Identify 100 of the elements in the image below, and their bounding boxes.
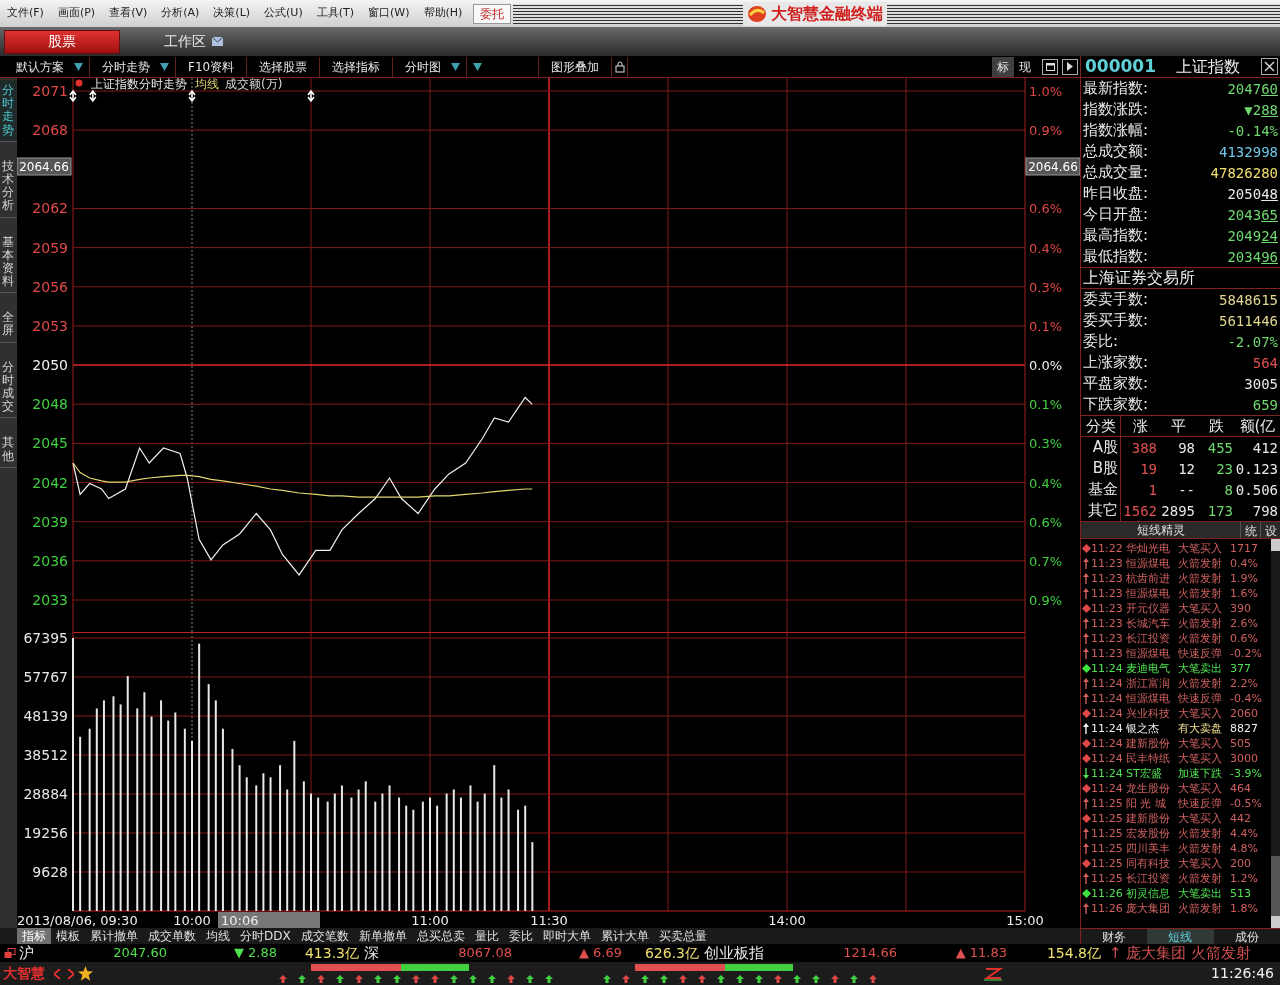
alert-stock-name: 阳 光 城 — [1126, 798, 1167, 809]
alert-event: 大笔买入 — [1178, 858, 1223, 869]
alert-time: 11:23 — [1091, 603, 1124, 614]
market-turnover: 154.8亿 — [1046, 943, 1102, 963]
table-cell-text: 98 — [1177, 438, 1196, 458]
table-cell-text: 19 — [1139, 459, 1158, 479]
quote-value: 204760 — [1227, 81, 1278, 96]
alert-event: 大笔买入 — [1178, 603, 1223, 614]
alert-value: 0.4% — [1230, 558, 1259, 569]
alert-value: -0.5% — [1230, 798, 1263, 809]
alert-event: 大笔买入 — [1178, 738, 1223, 749]
table-cell-text: 455 — [1206, 438, 1234, 458]
quote-value: 204365 — [1227, 207, 1278, 222]
percent-axis-label: 0.3% — [1029, 436, 1063, 452]
quote-label: 委卖手数: — [1083, 292, 1149, 307]
table-cell-text: 798 — [1251, 501, 1279, 521]
quote-label: 指数涨跌: — [1083, 102, 1149, 117]
quote-label: 今日开盘: — [1083, 207, 1149, 222]
alert-stock-name: 民丰特纸 — [1126, 753, 1171, 764]
percent-axis-label: 1.0% — [1029, 84, 1063, 99]
alert-event: 火箭发射 — [1178, 843, 1223, 854]
alert-event: 大笔买入 — [1178, 783, 1223, 794]
alert-event: 火箭发射 — [1178, 573, 1223, 584]
alert-stock-name: 同有科技 — [1126, 858, 1171, 869]
quote-label: 上涨家数: — [1083, 355, 1149, 370]
brand-label: 大智慧 — [2, 964, 46, 983]
quote-value: 4132998 — [1219, 144, 1278, 159]
alert-stock-name: 银之杰 — [1126, 723, 1160, 734]
alert-stock-name: 长江投资 — [1126, 633, 1171, 644]
table-header: 分类 — [1081, 416, 1121, 437]
alert-event: 大笔卖出 — [1178, 663, 1223, 674]
alert-value: 200 — [1230, 858, 1252, 869]
table-cell: 基金 — [1081, 479, 1121, 500]
time-cursor-label: 10:06 — [218, 912, 320, 928]
alert-value: 377 — [1230, 663, 1252, 674]
table-cell: A股 — [1081, 437, 1121, 458]
quote-value: 47826280 — [1210, 165, 1278, 180]
alert-stock-name: 恒源煤电 — [1126, 588, 1171, 599]
alert-stock-name: 长城汽车 — [1126, 618, 1171, 629]
alert-value: 2.6% — [1230, 618, 1259, 629]
volume-axis-label: 28884 — [23, 786, 68, 802]
volume-axis-label: 9628 — [32, 864, 68, 880]
alert-stock-name: 恒源煤电 — [1126, 648, 1171, 659]
alert-event: 有大卖盘 — [1178, 723, 1223, 734]
alert-time: 11:23 — [1091, 558, 1124, 569]
stock-code: 000001 — [1085, 58, 1156, 75]
alert-time: 11:25 — [1091, 843, 1124, 854]
alert-value: 505 — [1230, 738, 1252, 749]
price-axis-label: 2068 — [32, 122, 68, 139]
quote-label: 总成交量: — [1083, 165, 1149, 180]
alert-event: 快速反弹 — [1178, 798, 1223, 809]
time-axis-label: 10:00 — [173, 913, 211, 928]
quote-value: 659 — [1252, 397, 1278, 412]
alert-event: 大笔买入 — [1178, 708, 1223, 719]
market-change: ▼ 2.88 — [232, 944, 277, 963]
alert-stock-name: 初灵信息 — [1126, 888, 1171, 899]
percent-axis-label: 0.6% — [1029, 514, 1063, 530]
market-name: 深 — [364, 942, 379, 964]
table-cell-text: 23 — [1215, 459, 1234, 479]
alert-time: 11:24 — [1091, 708, 1124, 719]
alert-time: 11:25 — [1091, 798, 1124, 809]
quote-value: -2.07% — [1227, 334, 1278, 349]
alert-time: 11:25 — [1091, 828, 1124, 839]
alert-event: 大笔买入 — [1178, 753, 1223, 764]
table-header: 额(亿 — [1235, 416, 1280, 437]
table-cell-text: 12 — [1177, 459, 1196, 479]
quote-label: 下跌家数: — [1083, 397, 1149, 412]
alert-value: 4.4% — [1230, 828, 1259, 839]
alert-time: 11:23 — [1091, 633, 1124, 644]
market-change: ▲ 6.69 — [577, 944, 622, 963]
alert-event: 火箭发射 — [1178, 558, 1223, 569]
price-axis-label: 2033 — [32, 592, 68, 608]
quote-label: 昨日收盘: — [1083, 186, 1149, 201]
time-axis-label: 14:00 — [768, 913, 806, 928]
quote-value: 205048 — [1227, 186, 1278, 201]
alert-time: 11:24 — [1091, 738, 1124, 749]
alert-value: -0.2% — [1230, 648, 1263, 659]
market-name: 创业板指 — [704, 942, 764, 964]
quote-label: 最低指数: — [1083, 249, 1149, 264]
alert-event: 火箭发射 — [1178, 828, 1223, 839]
volume-axis-label: 19256 — [23, 825, 68, 841]
price-axis-label: 2050 — [32, 357, 68, 374]
alert-time: 11:26 — [1091, 903, 1124, 914]
alert-event: 快速反弹 — [1178, 648, 1223, 659]
alert-event: 大笔卖出 — [1178, 888, 1223, 899]
alert-event: 火箭发射 — [1178, 618, 1223, 629]
ticker-alert-text: ↑ 庞大集团 火箭发射 — [1109, 943, 1252, 964]
percent-axis-label: 0.6% — [1029, 201, 1063, 217]
chart-title: 上证指数分时走势 — [91, 78, 187, 91]
table-header: 涨 — [1121, 416, 1159, 437]
price-axis-label: 2036 — [32, 552, 68, 569]
quote-label: 指数涨幅: — [1083, 123, 1149, 138]
quote-value: 5611446 — [1219, 313, 1278, 328]
table-cell-text: 388 — [1130, 438, 1158, 458]
alert-stock-name: 宏发股份 — [1126, 828, 1171, 839]
alert-value: 1.6% — [1230, 588, 1259, 599]
percent-axis-label: 0.4% — [1029, 475, 1063, 491]
time-axis-label: 2013/08/06, 09:30 — [17, 913, 138, 928]
quote-value: 204924 — [1227, 228, 1278, 243]
alert-event: 火箭发射 — [1178, 633, 1223, 644]
